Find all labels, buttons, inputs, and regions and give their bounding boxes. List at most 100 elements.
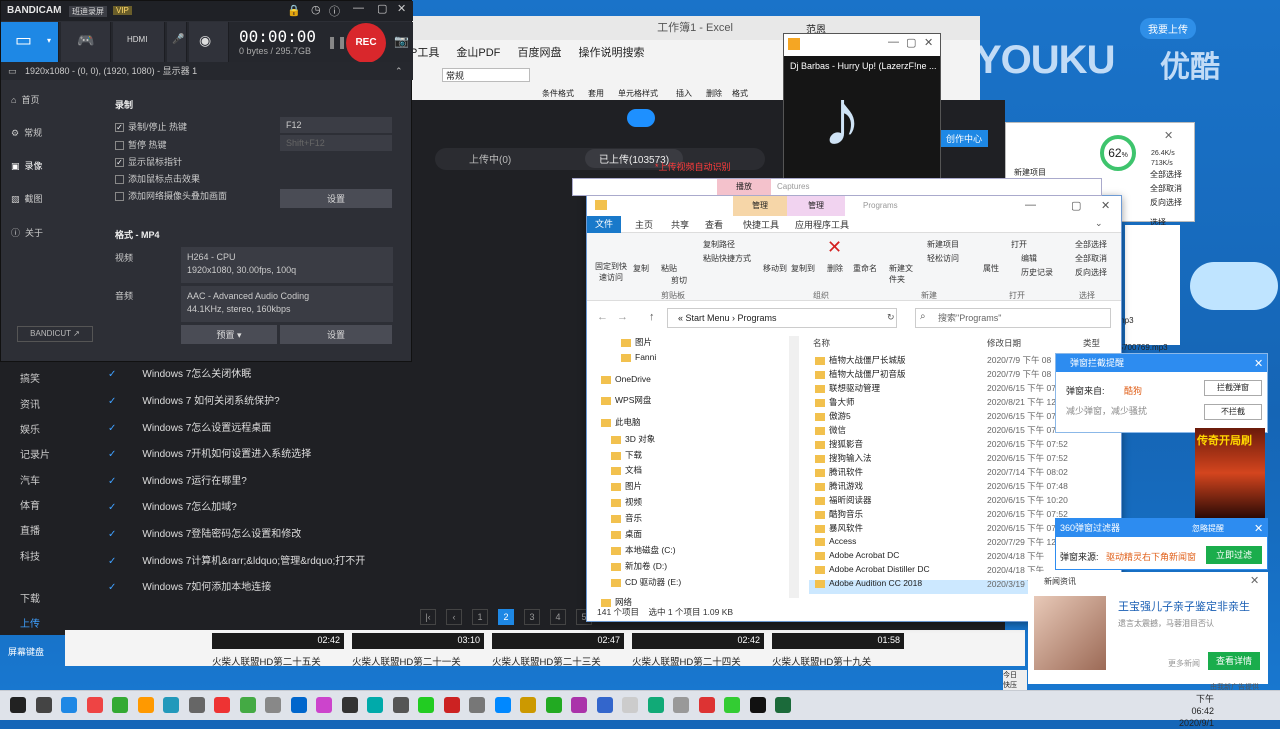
nav-pane-item[interactable]: Fanni	[621, 352, 656, 362]
allow-popup-button[interactable]: 不拦截	[1204, 404, 1262, 420]
video-thumb[interactable]: 03:10	[352, 633, 484, 649]
page-button[interactable]: 4	[550, 609, 566, 625]
block-popup-button[interactable]: 拦截弹窗	[1204, 380, 1262, 396]
bandicam-nav-about[interactable]: ⓘ 关于	[11, 226, 43, 239]
select-none-link[interactable]: 全部取消	[1150, 182, 1182, 196]
hotkey-field[interactable]: F12	[280, 117, 392, 133]
address-bar[interactable]: « Start Menu › Programs	[667, 308, 897, 328]
file-row[interactable]: 腾讯软件	[815, 466, 863, 478]
close-icon[interactable]: ✕	[924, 36, 933, 49]
delete-button[interactable]: 删除	[827, 263, 843, 274]
taskbar-app-icon[interactable]	[163, 697, 179, 713]
more-news-link[interactable]: 更多新闻	[1168, 658, 1200, 669]
taskbar-app-icon[interactable]	[545, 697, 562, 713]
open-button[interactable]: 打开	[1011, 239, 1027, 250]
news-image[interactable]	[1034, 596, 1106, 670]
nav-pane-item[interactable]: 桌面	[611, 528, 642, 540]
cloud-mascot-icon[interactable]	[1190, 262, 1278, 310]
search-input[interactable]: 搜索"Programs"	[915, 308, 1111, 328]
bandicam-nav-image[interactable]: ▧ 截图	[11, 192, 43, 205]
video-format-box[interactable]: H264 - CPU 1920x1080, 30.00fps, 100q	[181, 247, 393, 283]
list-item[interactable]: ✓ Windows 7怎么加域?	[108, 498, 237, 513]
taskbar-app-icon[interactable]	[239, 697, 256, 713]
easy-access-button[interactable]: 轻松访问	[927, 253, 959, 264]
game-mode-button[interactable]: 🎮	[61, 22, 111, 62]
list-item[interactable]: ✓ Windows 7运行在哪里?	[108, 472, 247, 487]
taskbar-app-icon[interactable]	[775, 697, 791, 713]
close-icon[interactable]: ✕	[397, 2, 406, 15]
manage-app-tab[interactable]: 管理	[787, 196, 845, 216]
nav-pane-item[interactable]: 下载	[611, 449, 642, 461]
minimize-icon[interactable]: —	[888, 36, 899, 48]
file-row[interactable]: 酷狗音乐	[815, 508, 863, 520]
taskbar-app-icon[interactable]	[647, 697, 664, 713]
speed-gauge[interactable]: 62%	[1100, 135, 1136, 171]
taskbar-app-icon[interactable]	[596, 697, 613, 713]
sidebar-item[interactable]: 体育	[20, 497, 40, 512]
sidebar-item[interactable]: 资讯	[20, 396, 40, 411]
file-row[interactable]: 福昕阅读器	[815, 494, 872, 506]
taskbar-app-icon[interactable]	[86, 697, 103, 713]
nav-pane-item[interactable]: WPS网盘	[601, 394, 651, 406]
chevron-up-icon[interactable]: ⌃	[395, 62, 403, 80]
video-title[interactable]: 火柴人联盟HD第二十五关	[212, 654, 321, 668]
search-icon[interactable]	[627, 109, 655, 127]
nav-pane-item[interactable]: 网络	[601, 596, 632, 608]
play-tab[interactable]: 播放	[717, 179, 771, 195]
clock-icon[interactable]: ◷	[311, 3, 321, 16]
record-settings-button[interactable]: 设置	[280, 189, 392, 208]
tab-quick-tools[interactable]: 快捷工具	[743, 218, 779, 231]
file-row[interactable]: 植物大战僵尸长城版	[815, 354, 906, 366]
excel-cmd[interactable]: 删除	[706, 88, 722, 99]
video-thumb[interactable]: 02:47	[492, 633, 624, 649]
taskbar-app-icon[interactable]	[35, 697, 52, 713]
column-type[interactable]: 类型	[1083, 337, 1100, 349]
excel-cmd[interactable]: 套用	[588, 88, 604, 99]
select-all-link[interactable]: 全部选择	[1150, 168, 1182, 182]
tab-app-tools[interactable]: 应用程序工具	[795, 218, 849, 231]
chevron-down-icon[interactable]: ⌄	[1095, 218, 1103, 229]
tab-view[interactable]: 查看	[705, 218, 723, 231]
lock-icon[interactable]: 🔒	[287, 4, 301, 17]
view-details-button[interactable]: 查看详情	[1208, 652, 1260, 670]
upload-button[interactable]: 我要上传	[1140, 18, 1196, 39]
taskbar-app-icon[interactable]	[571, 697, 587, 713]
file-row[interactable]: Adobe Acrobat Distiller DC	[815, 564, 930, 574]
webcam-toggle[interactable]: ◉	[189, 22, 229, 62]
bandicam-nav-video[interactable]: ▣ 录像	[11, 159, 43, 172]
number-format-select[interactable]: 常规	[442, 68, 530, 82]
page-button[interactable]: 2	[498, 609, 514, 625]
video-title[interactable]: 火柴人联盟HD第二十四关	[632, 654, 741, 668]
taskbar-app-icon[interactable]	[418, 697, 434, 713]
nav-pane-item[interactable]: 3D 对象	[611, 433, 655, 445]
excel-menu[interactable]: 金山PDF	[456, 47, 500, 59]
close-icon[interactable]: ✕	[1250, 574, 1259, 587]
nav-pane-item[interactable]: 本地磁盘 (C:)	[611, 544, 676, 556]
select-all-button[interactable]: 全部选择	[1075, 239, 1107, 250]
column-name[interactable]: 名称	[813, 337, 830, 349]
new-item-button[interactable]: 新建项目	[927, 239, 959, 250]
taskbar-app-icon[interactable]	[188, 697, 205, 713]
taskbar-app-icon[interactable]	[10, 697, 26, 713]
file-row[interactable]: 微信	[815, 424, 846, 436]
file-row[interactable]: Access	[815, 536, 856, 546]
page-first-icon[interactable]: |‹	[420, 609, 436, 625]
paste-button[interactable]: 粘贴	[661, 263, 677, 274]
preset-button[interactable]: 预置 ▾	[181, 325, 277, 344]
taskbar-app-icon[interactable]	[749, 697, 766, 713]
forward-arrow-icon[interactable]: →	[617, 311, 628, 323]
move-to-button[interactable]: 移动到	[763, 263, 787, 274]
video-title[interactable]: 火柴人联盟HD第二十一关	[352, 654, 461, 668]
taskbar-app-icon[interactable]	[494, 697, 511, 713]
paste-shortcut-button[interactable]: 粘贴快捷方式	[703, 253, 751, 264]
creator-center-button[interactable]: 创作中心	[940, 130, 989, 147]
taskbar-app-icon[interactable]	[61, 697, 77, 713]
sidebar-item[interactable]: 科技	[20, 548, 40, 563]
refresh-icon[interactable]: ↻	[887, 312, 895, 323]
edit-button[interactable]: 编辑	[1021, 253, 1037, 264]
close-icon[interactable]: ✕	[1254, 357, 1263, 370]
nav-pane-item[interactable]: 文档	[611, 464, 642, 476]
page-button[interactable]: 1	[472, 609, 488, 625]
record-button[interactable]: REC	[346, 23, 386, 63]
nav-pane-item[interactable]: CD 驱动器 (E:)	[611, 576, 681, 588]
